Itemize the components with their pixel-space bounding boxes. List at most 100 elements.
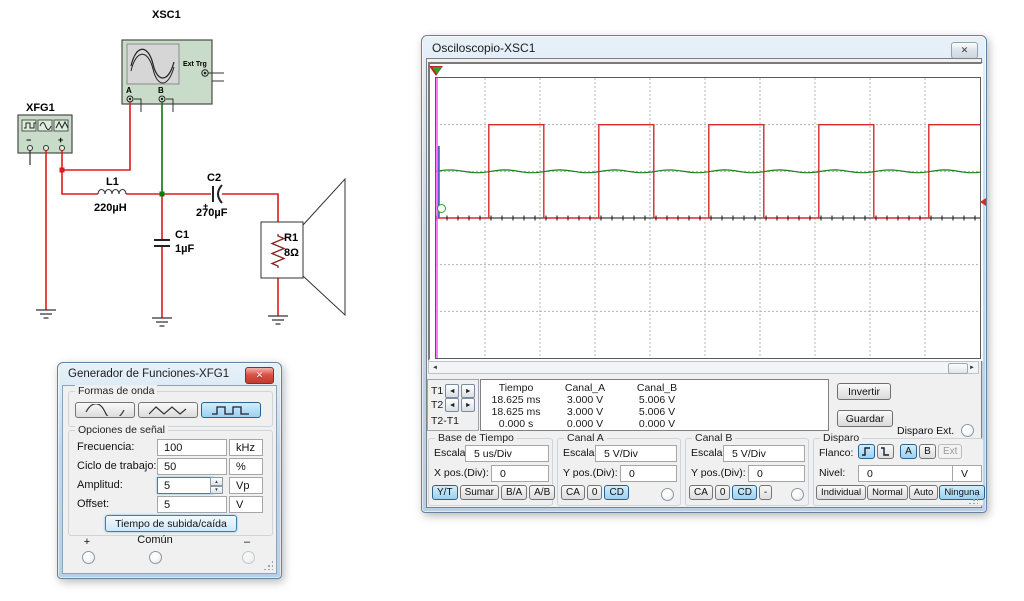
ba-mode-button[interactable]: B/A xyxy=(501,485,527,500)
readout-cell: 5.006 V xyxy=(621,394,693,406)
signal-options-title: Opciones de señal xyxy=(75,424,168,436)
oscilloscope-titlebar[interactable]: Osciloscopio-XSC1 ✕ xyxy=(422,36,986,58)
minus-terminal-radio[interactable] xyxy=(242,551,255,564)
capacitor-c1[interactable]: C1 1µF xyxy=(154,229,194,255)
timebase-xpos-field[interactable] xyxy=(491,465,549,482)
scroll-right-icon[interactable]: ► xyxy=(966,362,978,373)
square-wave-button[interactable] xyxy=(201,402,261,418)
scope-horizontal-scrollbar[interactable]: ◄ ► xyxy=(428,361,979,374)
channel-b-title: Canal B xyxy=(692,432,735,444)
trigger-normal-button[interactable]: Normal xyxy=(867,485,908,500)
trigger-source-a-button[interactable]: A xyxy=(900,444,917,459)
cursor-t2-label: T2 xyxy=(431,399,443,411)
channel-a-title: Canal A xyxy=(564,432,607,444)
c2-name: C2 xyxy=(207,172,221,184)
spin-down-icon[interactable]: ▼ xyxy=(210,486,223,495)
trigger-source-ext-button[interactable]: Ext xyxy=(938,444,962,459)
duty-cycle-unit-field[interactable] xyxy=(229,458,263,475)
frequency-unit-field[interactable] xyxy=(229,439,263,456)
channel-b-reference-icon[interactable] xyxy=(437,204,446,213)
channel-a-reference-icon[interactable] xyxy=(980,198,986,206)
rising-edge-icon[interactable] xyxy=(858,444,875,459)
channel-a-radio[interactable] xyxy=(661,488,674,501)
offset-field[interactable] xyxy=(157,496,227,513)
c1-value: 1µF xyxy=(175,243,194,255)
channel-b-dc-button[interactable]: CD xyxy=(732,485,756,500)
channel-b-radio[interactable] xyxy=(791,488,804,501)
channel-b-ypos-field[interactable] xyxy=(748,465,805,482)
offset-unit-field[interactable] xyxy=(229,496,263,513)
ext-trigger-label: Disparo Ext. xyxy=(897,425,954,437)
capacitor-c2[interactable]: C2 + 270µF xyxy=(196,172,228,219)
trigger-level-field[interactable] xyxy=(858,465,954,482)
timebase-scale-field[interactable] xyxy=(465,445,549,462)
l1-name: L1 xyxy=(106,176,119,188)
r1-value: 8Ω xyxy=(284,247,299,259)
funcgen-titlebar[interactable]: Generador de Funciones-XFG1 ✕ xyxy=(58,363,281,385)
channel-b-minus-button[interactable]: - xyxy=(759,485,772,500)
close-icon[interactable]: ✕ xyxy=(951,42,978,59)
close-icon[interactable]: ✕ xyxy=(245,367,274,384)
scope-screen-bezel xyxy=(428,62,983,361)
desktop: { "icons": {"close":"✕","arrow_left":"◄"… xyxy=(0,0,1024,601)
duty-cycle-field[interactable] xyxy=(157,458,227,475)
c1-name: C1 xyxy=(175,229,189,241)
ch-a-label: A xyxy=(126,86,132,95)
sine-wave-button[interactable] xyxy=(75,402,135,418)
t1-left-arrow-button[interactable]: ◄ xyxy=(445,384,459,398)
channel-a-group: Canal A Escala: Y pos.(Div): CA 0 CD xyxy=(557,438,681,506)
oscilloscope-symbol-xsc1[interactable]: XSC1 Ext Trg A B xyxy=(122,9,224,112)
add-mode-button[interactable]: Sumar xyxy=(460,485,499,500)
common-terminal-label: Común xyxy=(125,534,185,546)
readout-cell: 18.625 ms xyxy=(483,406,549,418)
triangle-wave-button[interactable] xyxy=(138,402,198,418)
timebase-group: Base de Tiempo Escala: X pos.(Div): Y/T … xyxy=(428,438,553,506)
trigger-auto-button[interactable]: Auto xyxy=(909,485,939,500)
falling-edge-icon[interactable] xyxy=(877,444,894,459)
rise-fall-time-button[interactable]: Tiempo de subida/caída xyxy=(105,515,237,532)
save-button[interactable]: Guardar xyxy=(837,410,893,427)
amplitude-field[interactable] xyxy=(157,477,214,494)
t2-left-arrow-button[interactable]: ◄ xyxy=(445,398,459,412)
trigger-source-b-button[interactable]: B xyxy=(919,444,936,459)
function-generator-symbol-xfg1[interactable]: XFG1 − + xyxy=(18,102,72,153)
readout-cell: 5.006 V xyxy=(621,406,693,418)
ext-trigger-radio[interactable] xyxy=(961,424,974,437)
channel-b-scale-field[interactable] xyxy=(723,445,805,462)
yt-mode-button[interactable]: Y/T xyxy=(432,485,458,500)
channel-a-ac-button[interactable]: CA xyxy=(561,485,585,500)
scrollbar-thumb[interactable] xyxy=(948,363,968,374)
t1-right-arrow-button[interactable]: ► xyxy=(461,384,475,398)
resize-grip-icon[interactable] xyxy=(263,560,273,570)
invert-button[interactable]: Invertir xyxy=(837,383,891,400)
sine-icon xyxy=(83,404,127,416)
spin-up-icon[interactable]: ▲ xyxy=(210,477,223,486)
cursor-t1-label: T1 xyxy=(431,385,443,397)
timebase-xpos-label: X pos.(Div): xyxy=(434,467,489,479)
frequency-field[interactable] xyxy=(157,439,227,456)
speaker-r1[interactable]: R1 8Ω xyxy=(261,179,345,315)
scope-plot-area[interactable] xyxy=(435,77,981,359)
t2-right-arrow-button[interactable]: ► xyxy=(461,398,475,412)
channel-b-zero-button[interactable]: 0 xyxy=(715,485,731,500)
channel-a-dc-button[interactable]: CD xyxy=(604,485,628,500)
square-wave-icon xyxy=(24,123,36,128)
inductor-l1[interactable]: L1 220µH xyxy=(94,176,127,214)
frequency-label: Frecuencia: xyxy=(77,441,134,453)
cursor-t2-handle-icon[interactable] xyxy=(432,67,442,74)
trigger-title: Disparo xyxy=(820,432,862,444)
scroll-left-icon[interactable]: ◄ xyxy=(429,362,441,373)
channel-a-ypos-field[interactable] xyxy=(620,465,677,482)
common-terminal-radio[interactable] xyxy=(149,551,162,564)
readout-cell: 0.000 s xyxy=(483,418,549,430)
trigger-single-button[interactable]: Individual xyxy=(816,485,866,500)
ab-mode-button[interactable]: A/B xyxy=(529,485,555,500)
trigger-level-unit-field[interactable] xyxy=(952,465,982,482)
channel-b-ac-button[interactable]: CA xyxy=(689,485,713,500)
channel-a-zero-button[interactable]: 0 xyxy=(587,485,603,500)
plus-terminal-radio[interactable] xyxy=(82,551,95,564)
amplitude-unit-field[interactable] xyxy=(229,477,263,494)
channel-a-scale-field[interactable] xyxy=(595,445,677,462)
cursor-nav-box: T1 ◄ ► T2 ◄ ► T2-T1 xyxy=(427,379,479,431)
amplitude-stepper[interactable]: ▲ ▼ xyxy=(210,477,223,494)
